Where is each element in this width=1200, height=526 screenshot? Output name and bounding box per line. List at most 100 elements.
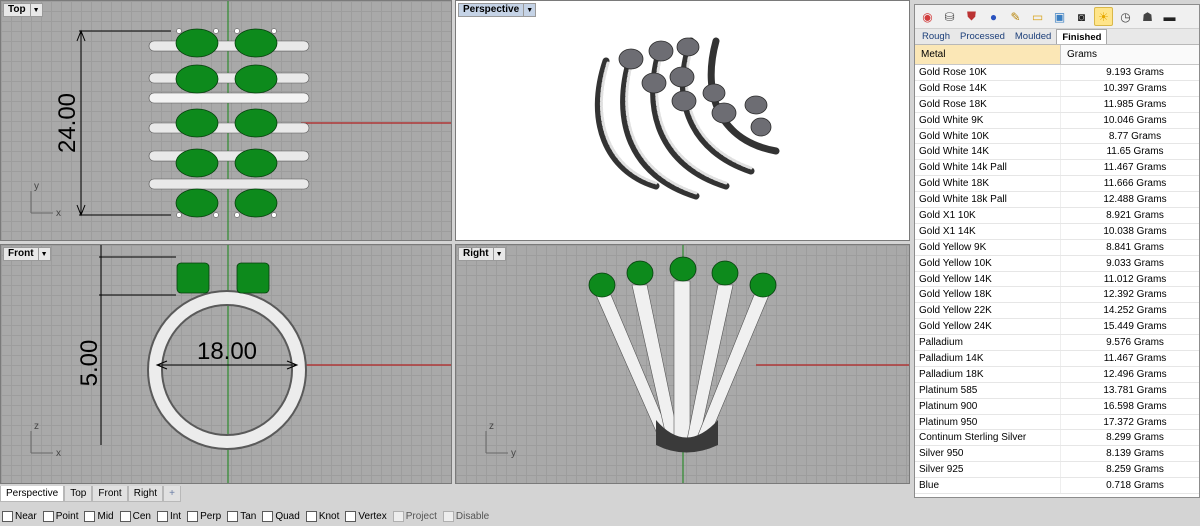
- dropdown-arrow-icon[interactable]: ▼: [29, 4, 42, 16]
- bucket-icon[interactable]: ⛁: [940, 7, 959, 26]
- metal-weight-panel: ◉ ⛁ ⛊ ● ✎ ▭ ▣ ◙ ☀ ◷ ☗ ▬ Rough Processed Moulded Finish…: [914, 4, 1200, 498]
- osnap-disable[interactable]: Disable: [442, 510, 489, 522]
- viewport-title-perspective[interactable]: Perspective ▼: [458, 3, 537, 17]
- osnap-checkbox[interactable]: [42, 510, 54, 522]
- tab-processed[interactable]: Processed: [955, 29, 1010, 44]
- osnap-checkbox[interactable]: [262, 510, 274, 522]
- column-header-grams[interactable]: Grams: [1061, 45, 1199, 64]
- table-row[interactable]: Silver 925 8.259 Grams: [915, 462, 1199, 479]
- camera-icon[interactable]: ◙: [1072, 7, 1091, 26]
- cell-metal: Palladium 14K: [915, 351, 1061, 366]
- sun-icon[interactable]: ☀: [1094, 7, 1113, 26]
- osnap-cen[interactable]: Cen: [119, 510, 151, 522]
- color-wheel-icon[interactable]: ◉: [918, 7, 937, 26]
- globe-icon[interactable]: ●: [984, 7, 1003, 26]
- table-row[interactable]: Gold Yellow 18K 12.392 Grams: [915, 287, 1199, 304]
- osnap-project[interactable]: Project: [392, 510, 437, 522]
- table-row[interactable]: Gold Yellow 10K 9.033 Grams: [915, 255, 1199, 272]
- dropdown-arrow-icon[interactable]: ▼: [523, 4, 535, 16]
- viewport-top[interactable]: Top ▼ 24.00 y x: [0, 0, 452, 241]
- osnap-perp[interactable]: Perp: [187, 510, 221, 522]
- picture-icon[interactable]: ▣: [1050, 7, 1069, 26]
- add-viewport-tab-button[interactable]: +: [163, 486, 181, 502]
- osnap-checkbox[interactable]: [84, 510, 96, 522]
- viewport-perspective[interactable]: Perspective ▼: [455, 0, 910, 241]
- tab-rough[interactable]: Rough: [917, 29, 955, 44]
- osnap-quad[interactable]: Quad: [262, 510, 300, 522]
- cell-grams: 8.921 Grams: [1106, 210, 1164, 222]
- cell-grams: 8.77 Grams: [1108, 130, 1162, 142]
- osnap-checkbox[interactable]: [345, 510, 357, 522]
- table-row[interactable]: Gold White 18k Pall 12.488 Grams: [915, 192, 1199, 209]
- table-row[interactable]: Blue 0.718 Grams: [915, 478, 1199, 495]
- cell-metal: Gold Yellow 10K: [915, 255, 1061, 271]
- table-row[interactable]: Gold X1 14K 10.038 Grams: [915, 223, 1199, 240]
- osnap-near[interactable]: Near: [2, 510, 37, 522]
- table-row[interactable]: Gold Yellow 24K 15.449 Grams: [915, 319, 1199, 336]
- cell-grams: 11.467 Grams: [1103, 353, 1167, 365]
- osnap-vertex[interactable]: Vertex: [345, 510, 387, 522]
- tab-moulded[interactable]: Moulded: [1010, 29, 1056, 44]
- table-row[interactable]: Platinum 900 16.598 Grams: [915, 398, 1199, 415]
- osnap-int[interactable]: Int: [156, 510, 181, 522]
- cell-metal: Palladium: [915, 335, 1061, 351]
- table-row[interactable]: Gold Yellow 9K 8.841 Grams: [915, 239, 1199, 256]
- viewport-tab-perspective[interactable]: Perspective: [0, 486, 65, 502]
- osnap-checkbox[interactable]: [392, 510, 404, 522]
- table-row[interactable]: Silver 950 8.139 Grams: [915, 446, 1199, 463]
- viewport-front[interactable]: Front ▼ 5.00 18.00 z x: [0, 244, 452, 484]
- cell-metal: Gold White 18K: [915, 176, 1061, 192]
- osnap-mid[interactable]: Mid: [84, 510, 114, 522]
- table-row[interactable]: Gold White 10K 8.77 Grams: [915, 128, 1199, 145]
- table-row[interactable]: Gold White 14k Pall 11.467 Grams: [915, 160, 1199, 177]
- tab-finished[interactable]: Finished: [1056, 29, 1108, 44]
- viewport-tab-top[interactable]: Top: [64, 486, 93, 502]
- viewport-title-right[interactable]: Right ▼: [458, 247, 506, 261]
- osnap-checkbox[interactable]: [156, 510, 168, 522]
- lamp-icon[interactable]: ☗: [1138, 7, 1157, 26]
- osnap-checkbox[interactable]: [2, 510, 13, 522]
- clock-icon[interactable]: ◷: [1116, 7, 1135, 26]
- osnap-tan[interactable]: Tan: [227, 510, 256, 522]
- osnap-label: Cen: [132, 510, 151, 522]
- table-row[interactable]: Palladium 18K 12.496 Grams: [915, 366, 1199, 383]
- osnap-checkbox[interactable]: [119, 510, 131, 522]
- right-view-drawing: z y: [485, 245, 909, 483]
- table-row[interactable]: Gold Rose 10K 9.193 Grams: [915, 65, 1199, 81]
- cell-metal: Gold White 10K: [915, 128, 1061, 144]
- monitor-icon[interactable]: ▬: [1160, 7, 1179, 26]
- dropdown-arrow-icon[interactable]: ▼: [492, 248, 505, 260]
- viewport-title-top[interactable]: Top ▼: [3, 3, 43, 17]
- table-row[interactable]: Gold White 18K 11.666 Grams: [915, 176, 1199, 193]
- table-header: Metal Grams: [915, 45, 1199, 65]
- viewport-right[interactable]: Right ▼ z y: [455, 244, 910, 484]
- osnap-checkbox[interactable]: [187, 510, 199, 522]
- table-row[interactable]: Palladium 14K 11.467 Grams: [915, 351, 1199, 367]
- viewport-title-front[interactable]: Front ▼: [3, 247, 51, 261]
- table-row[interactable]: Platinum 585 13.781 Grams: [915, 382, 1199, 399]
- emeralds-front: [176, 262, 270, 294]
- shield-icon[interactable]: ⛊: [962, 7, 981, 26]
- viewport-tab-right[interactable]: Right: [127, 486, 164, 502]
- osnap-point[interactable]: Point: [42, 510, 78, 522]
- table-row[interactable]: Continum Sterling Silver 8.299 Grams: [915, 430, 1199, 447]
- table-row[interactable]: Gold Rose 18K 11.985 Grams: [915, 96, 1199, 113]
- table-row[interactable]: Platinum 950 17.372 Grams: [915, 414, 1199, 431]
- dropdown-arrow-icon[interactable]: ▼: [37, 248, 50, 260]
- table-row[interactable]: Gold X1 10K 8.921 Grams: [915, 208, 1199, 224]
- osnap-checkbox[interactable]: [442, 510, 454, 522]
- column-header-metal[interactable]: Metal: [915, 45, 1061, 64]
- cell-metal: Continum Sterling Silver: [915, 430, 1061, 446]
- osnap-knot[interactable]: Knot: [305, 510, 339, 522]
- osnap-checkbox[interactable]: [305, 510, 317, 522]
- table-row[interactable]: Palladium 9.576 Grams: [915, 335, 1199, 352]
- table-row[interactable]: Gold White 14K 11.65 Grams: [915, 144, 1199, 161]
- viewport-tab-front[interactable]: Front: [92, 486, 128, 502]
- table-row[interactable]: Gold Yellow 22K 14.252 Grams: [915, 303, 1199, 320]
- pen-icon[interactable]: ✎: [1006, 7, 1025, 26]
- table-row[interactable]: Gold White 9K 10.046 Grams: [915, 112, 1199, 129]
- table-row[interactable]: Gold Yellow 14K 11.012 Grams: [915, 271, 1199, 288]
- folder-icon[interactable]: ▭: [1028, 7, 1047, 26]
- osnap-checkbox[interactable]: [227, 510, 239, 522]
- table-row[interactable]: Gold Rose 14K 10.397 Grams: [915, 80, 1199, 97]
